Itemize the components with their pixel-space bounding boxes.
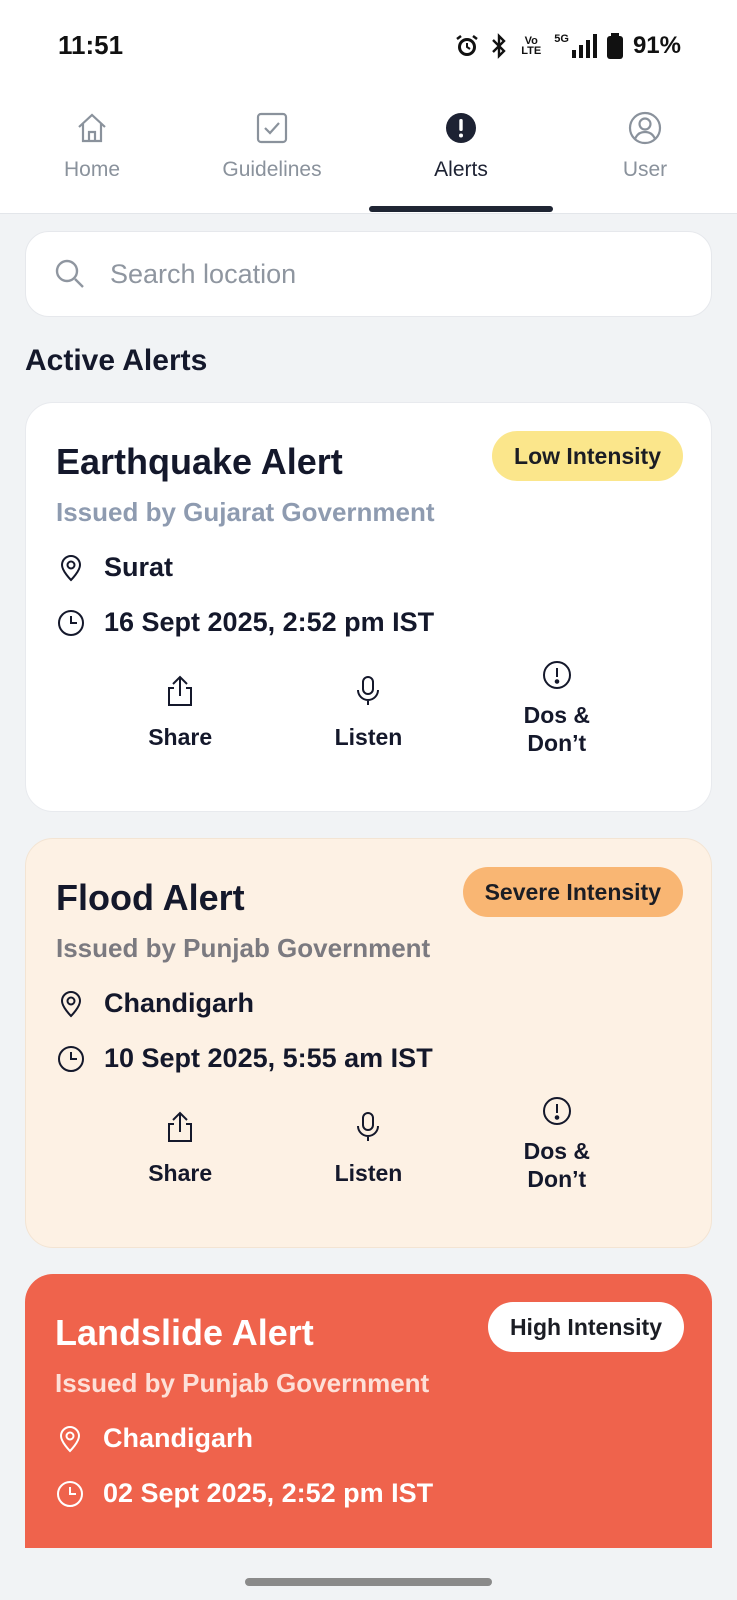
volte-icon: Vo LTE — [521, 35, 542, 57]
alert-time: 10 Sept 2025, 5:55 am IST — [104, 1043, 433, 1073]
user-icon — [627, 110, 663, 146]
clock-icon — [56, 608, 86, 638]
tab-alerts[interactable]: Alerts — [369, 110, 553, 210]
top-tab-bar: Home Guidelines Alerts User — [0, 90, 737, 214]
location-pin-icon — [56, 553, 86, 583]
alert-card[interactable]: Landslide Alert Issued by Punjab Governm… — [25, 1274, 712, 1574]
alert-location: Chandigarh — [103, 1423, 254, 1453]
microphone-icon — [350, 673, 386, 709]
info-alert-icon — [539, 657, 575, 693]
microphone-icon — [350, 1109, 386, 1145]
listen-button[interactable]: Listen — [298, 673, 438, 783]
tab-guidelines[interactable]: Guidelines — [180, 110, 364, 210]
share-label: Share — [148, 724, 213, 750]
home-icon — [74, 110, 110, 146]
time-row: 10 Sept 2025, 5:55 am IST — [56, 1043, 681, 1074]
signal-icon: 5G — [554, 34, 597, 58]
listen-button[interactable]: Listen — [298, 1109, 438, 1219]
search-icon — [54, 258, 86, 290]
section-title: Active Alerts — [25, 344, 208, 377]
bluetooth-icon — [490, 33, 508, 59]
intensity-badge: Low Intensity — [492, 431, 683, 481]
tab-home-label: Home — [63, 158, 121, 181]
tab-guidelines-label: Guidelines — [222, 158, 322, 181]
tab-user[interactable]: User — [553, 110, 737, 210]
alert-icon — [443, 110, 479, 146]
tab-home[interactable]: Home — [0, 110, 184, 210]
time-row: 16 Sept 2025, 2:52 pm IST — [56, 607, 681, 638]
network-label: 5G — [554, 33, 569, 45]
alert-time: 02 Sept 2025, 2:52 pm IST — [103, 1478, 434, 1508]
battery-percent: 91% — [632, 32, 681, 59]
checkbox-icon — [254, 110, 290, 146]
intensity-badge: High Intensity — [487, 1302, 684, 1352]
listen-label: Listen — [334, 724, 403, 750]
alert-time: 16 Sept 2025, 2:52 pm IST — [104, 607, 435, 637]
search-input[interactable] — [110, 258, 670, 290]
intensity-badge: Severe Intensity — [462, 867, 683, 917]
location-pin-icon — [55, 1424, 85, 1454]
status-time: 11:51 — [58, 30, 124, 60]
alert-actions: Share Listen Dos & Don’t — [26, 1097, 711, 1219]
alert-card[interactable]: Earthquake Alert Issued by Gujarat Gover… — [25, 402, 712, 812]
alarm-icon — [454, 33, 480, 59]
tab-alerts-label: Alerts — [434, 158, 488, 181]
info-alert-icon — [539, 1093, 575, 1129]
share-button[interactable]: Share — [110, 1109, 250, 1219]
clock-icon — [56, 1044, 86, 1074]
dos-label-line2: Don’t — [527, 730, 587, 756]
status-icons: Vo LTE 5G 91% — [454, 30, 681, 62]
search-bar[interactable] — [25, 231, 712, 317]
dos-label-line1: Dos & — [523, 702, 591, 728]
share-icon — [162, 1109, 198, 1145]
dos-label-line1: Dos & — [523, 1138, 591, 1164]
navigation-bar — [0, 1548, 737, 1600]
alert-issuer: Issued by Punjab Government — [55, 1368, 430, 1398]
location-row: Surat — [56, 552, 681, 583]
alert-location: Surat — [104, 552, 174, 582]
location-pin-icon — [56, 989, 86, 1019]
tab-user-label: User — [622, 158, 668, 181]
share-label: Share — [148, 1160, 213, 1186]
home-indicator[interactable] — [245, 1578, 492, 1586]
clock-icon — [55, 1479, 85, 1509]
dos-label-line2: Don’t — [527, 1166, 587, 1192]
alert-card[interactable]: Flood Alert Issued by Punjab Government … — [25, 838, 712, 1248]
location-row: Chandigarh — [55, 1423, 682, 1454]
status-bar: 11:51 Vo LTE 5G 91% — [0, 0, 737, 90]
listen-label: Listen — [334, 1160, 403, 1186]
dos-donts-button[interactable]: Dos & Don’t — [487, 1097, 627, 1219]
alert-issuer: Issued by Gujarat Government — [56, 497, 435, 527]
share-button[interactable]: Share — [110, 673, 250, 783]
time-row: 02 Sept 2025, 2:52 pm IST — [55, 1478, 682, 1509]
dos-donts-button[interactable]: Dos & Don’t — [487, 661, 627, 783]
alert-actions: Share Listen Dos & Don’t — [26, 661, 711, 783]
alert-location: Chandigarh — [104, 988, 255, 1018]
alert-issuer: Issued by Punjab Government — [56, 933, 431, 963]
battery-icon — [606, 33, 623, 59]
active-tab-indicator — [369, 206, 553, 212]
location-row: Chandigarh — [56, 988, 681, 1019]
share-icon — [162, 673, 198, 709]
